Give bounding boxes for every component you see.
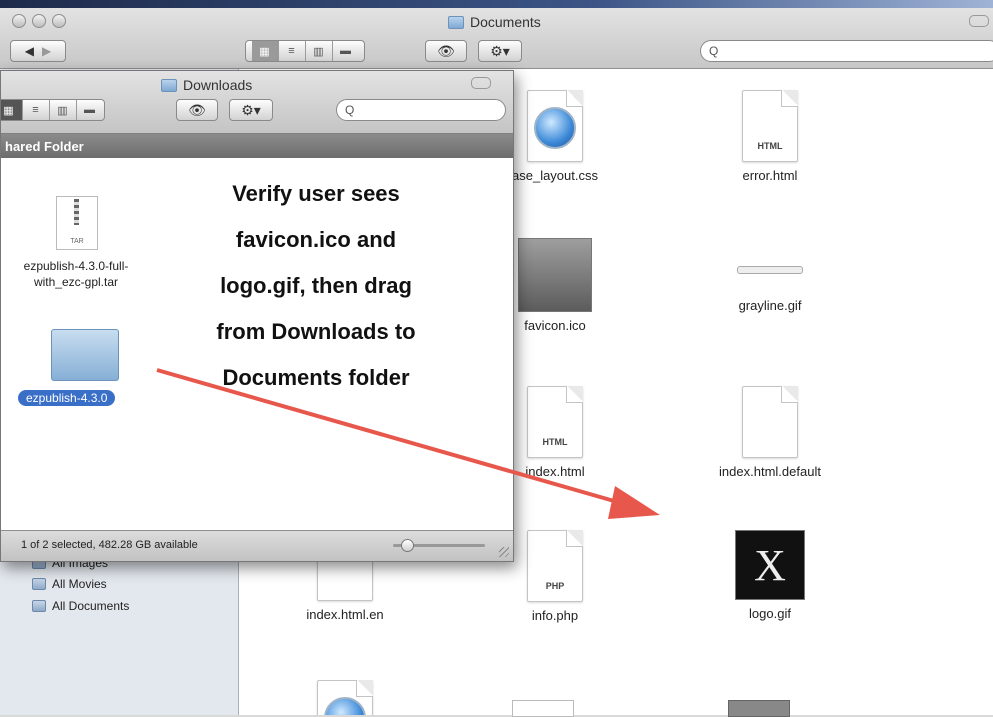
annotation-arrow	[156, 368, 660, 519]
arrow-line	[156, 368, 629, 507]
arrow-head	[608, 486, 660, 519]
